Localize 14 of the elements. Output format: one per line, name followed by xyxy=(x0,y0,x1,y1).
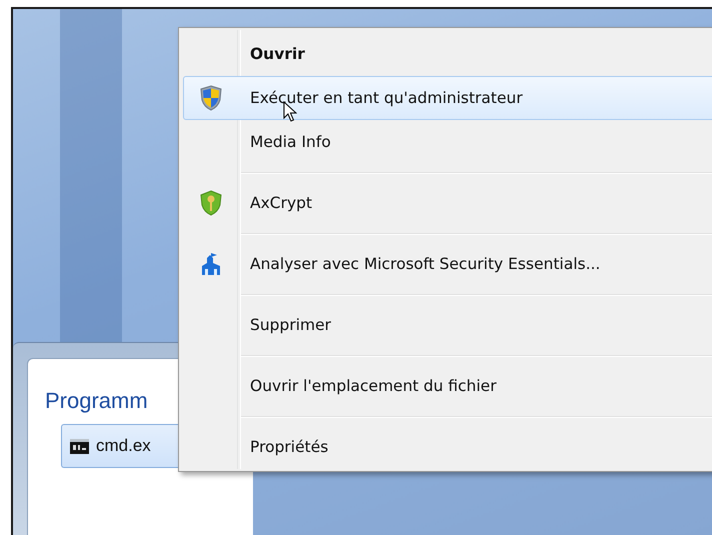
menu-item[interactable]: Ouvrir l'emplacement du fichier xyxy=(183,364,712,408)
section-title: Programm xyxy=(45,388,149,414)
menu-item[interactable]: Propriétés xyxy=(183,425,712,469)
menu-item[interactable]: AxCrypt xyxy=(183,181,712,225)
menu-item[interactable]: Media Info xyxy=(183,120,712,164)
menu-item[interactable]: Ouvrir xyxy=(183,32,712,76)
menu-item[interactable]: Analyser avec Microsoft Security Essentials... xyxy=(183,242,712,286)
menu-item[interactable]: Exécuter en tant qu'administrateur xyxy=(183,76,712,120)
castle-icon xyxy=(200,253,222,275)
console-icon xyxy=(70,438,89,454)
key-shield-icon xyxy=(200,190,222,216)
search-result[interactable]: cmd.ex xyxy=(61,424,180,468)
menu-item[interactable]: Supprimer xyxy=(183,303,712,347)
shield-icon xyxy=(200,85,222,111)
